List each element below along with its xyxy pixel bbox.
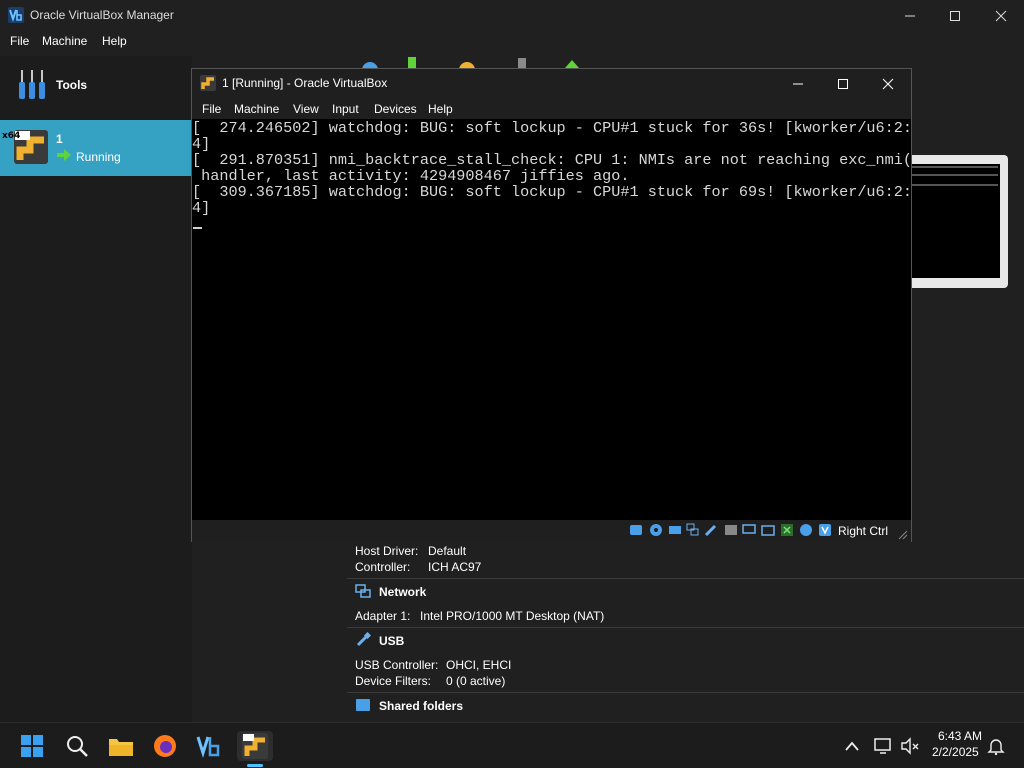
vm-close-button[interactable]: [865, 69, 911, 99]
network-status-icon[interactable]: [686, 523, 700, 537]
maximize-icon: [838, 79, 848, 89]
vm-menu-input[interactable]: Input: [332, 102, 359, 116]
firefox-icon: [154, 735, 176, 757]
volume-muted-icon: [901, 737, 919, 755]
console-line: [ 309.367185] watchdog: BUG: soft lockup…: [192, 183, 911, 201]
vm-menu-file[interactable]: File: [202, 102, 221, 116]
shared-folders-icon: [356, 699, 370, 711]
audio-controller-label: Controller:: [355, 560, 411, 574]
resize-grip-icon[interactable]: [898, 530, 908, 540]
vm-state: Running: [76, 150, 121, 164]
details-separator: [347, 627, 1024, 628]
usb-status-icon[interactable]: [704, 523, 718, 537]
menu-machine[interactable]: Machine: [42, 34, 87, 48]
start-icon[interactable]: [564, 58, 580, 68]
clock-date[interactable]: 2/2/2025: [932, 745, 979, 759]
close-icon: [882, 78, 894, 90]
search-button[interactable]: [61, 731, 93, 761]
network-tray-icon: [874, 738, 891, 754]
chevron-up-icon: [845, 741, 859, 751]
usb-controller-label: USB Controller:: [355, 658, 439, 672]
virtualbox-icon: [196, 736, 220, 759]
mouse-integration-icon[interactable]: [799, 523, 813, 537]
usb-filters-value: 0 (0 active): [446, 674, 506, 688]
usb-filters-label: Device Filters:: [355, 674, 432, 688]
virtualbox-logo-icon: [8, 7, 24, 23]
vm-menu-view[interactable]: View: [293, 102, 319, 116]
tools-icon: [19, 70, 45, 99]
taskbar: [0, 722, 1024, 768]
vm-menu-devices[interactable]: Devices: [374, 102, 417, 116]
cpu-activity-icon[interactable]: [780, 523, 794, 537]
minimize-icon: [793, 83, 803, 85]
vm-titlebar[interactable]: 1 [Running] - Oracle VirtualBox: [192, 69, 911, 99]
maximize-icon: [950, 10, 960, 21]
network-adapter-label: Adapter 1:: [355, 609, 411, 623]
vm-window: 1 [Running] - Oracle VirtualBox File Mac…: [191, 68, 912, 542]
minimize-icon: [905, 15, 915, 16]
vm-running-icon: [242, 733, 268, 759]
notifications-button[interactable]: [980, 731, 1012, 761]
vm-maximize-button[interactable]: [820, 69, 866, 99]
vm-os-badge: x64: [2, 131, 21, 141]
vm-name: 1: [56, 132, 63, 146]
display-icon[interactable]: [742, 523, 756, 537]
audio-host-driver-value: Default: [428, 544, 467, 558]
vm-window-icon: [200, 75, 216, 91]
details-separator: [347, 692, 1024, 693]
active-app-indicator: [247, 764, 263, 767]
file-explorer-button[interactable]: [105, 731, 137, 761]
usb-icon: [356, 632, 371, 647]
vm-menu-machine[interactable]: Machine: [234, 102, 279, 116]
network-section-title[interactable]: Network: [379, 585, 426, 599]
console-line: [ 274.246502] watchdog: BUG: soft lockup…: [192, 119, 911, 137]
usb-section-title[interactable]: USB: [379, 634, 404, 648]
vm-window-title: 1 [Running] - Oracle VirtualBox: [222, 76, 388, 90]
audio-icon[interactable]: [668, 523, 682, 537]
network-icon: [355, 584, 371, 598]
host-key-label: Right Ctrl: [838, 524, 889, 538]
virtualbox-taskbar-button[interactable]: [193, 731, 225, 761]
console-line: 4]: [192, 199, 211, 217]
start-button[interactable]: [16, 731, 48, 761]
shared-folders-section-title[interactable]: Shared folders: [379, 699, 463, 713]
search-icon: [67, 736, 88, 757]
maximize-button[interactable]: [932, 0, 978, 31]
menu-help[interactable]: Help: [102, 34, 127, 48]
optical-drive-icon[interactable]: [649, 523, 663, 537]
keyboard-capture-icon[interactable]: [818, 523, 832, 537]
new-vm-icon[interactable]: [407, 56, 417, 68]
details-separator: [347, 578, 1024, 579]
vm-menu-help[interactable]: Help: [428, 102, 453, 116]
audio-controller-value: ICH AC97: [428, 560, 482, 574]
close-button[interactable]: [978, 0, 1024, 31]
shared-folders-status-icon[interactable]: [724, 523, 738, 537]
usb-controller-value: OHCI, EHCI: [446, 658, 512, 672]
vm-statusbar: Right Ctrl: [192, 520, 911, 542]
hard-disk-icon[interactable]: [629, 523, 643, 537]
audio-host-driver-label: Host Driver:: [355, 544, 419, 558]
volume-tray-button[interactable]: [894, 731, 926, 761]
vm-running-taskbar-button[interactable]: [237, 731, 273, 761]
minimize-button[interactable]: [887, 0, 933, 31]
manager-titlebar: Oracle VirtualBox Manager: [0, 0, 1024, 31]
file-explorer-icon: [109, 739, 133, 756]
recording-icon[interactable]: [761, 523, 775, 537]
clock-time[interactable]: 6:43 AM: [938, 729, 982, 743]
preview-screen: [912, 164, 1000, 278]
vm-console-screen[interactable]: [ 274.246502] watchdog: BUG: soft lockup…: [192, 119, 911, 520]
network-adapter-value: Intel PRO/1000 MT Desktop (NAT): [420, 609, 605, 623]
windows-start-icon: [21, 735, 43, 757]
menu-file[interactable]: File: [10, 34, 29, 48]
show-hidden-icons-button[interactable]: [836, 731, 868, 761]
console-cursor: [193, 227, 202, 229]
firefox-button[interactable]: [149, 731, 181, 761]
close-icon: [995, 10, 1007, 21]
bell-icon: [987, 739, 1005, 755]
show-icon[interactable]: [518, 58, 526, 68]
tools-label: Tools: [56, 78, 88, 92]
running-arrow-icon: [57, 149, 71, 161]
vm-minimize-button[interactable]: [775, 69, 821, 99]
manager-title: Oracle VirtualBox Manager: [30, 8, 174, 22]
